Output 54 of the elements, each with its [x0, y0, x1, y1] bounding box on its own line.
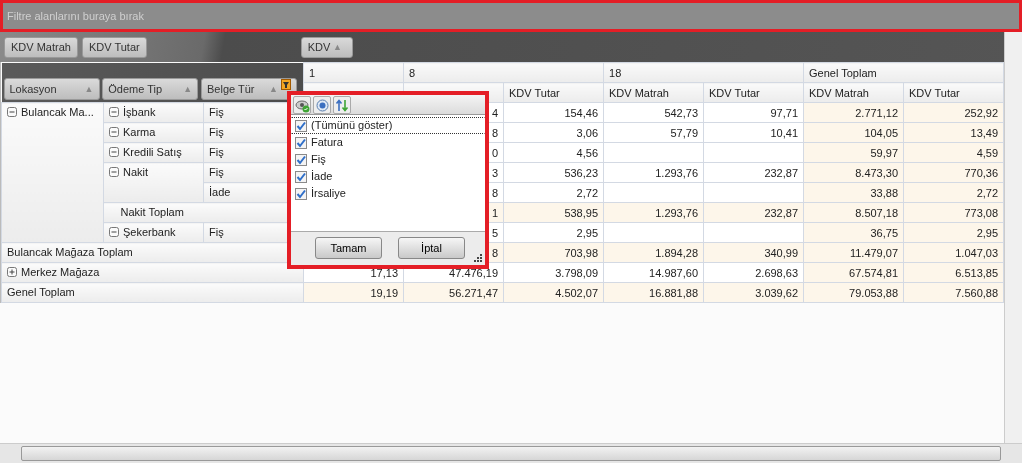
horizontal-scrollbar[interactable]: [0, 443, 1022, 463]
popup-button[interactable]: Tamam: [315, 237, 382, 259]
collapse-icon[interactable]: [109, 227, 119, 237]
vertical-scrollbar[interactable]: [1004, 32, 1022, 443]
resize-grip-icon[interactable]: [474, 254, 483, 263]
checkbox[interactable]: [295, 170, 307, 183]
scroll-thumb[interactable]: [21, 446, 1001, 461]
toolbar-button[interactable]: [313, 96, 331, 114]
row-header[interactable]: Fiş: [209, 143, 224, 161]
column-header[interactable]: 1: [303, 62, 404, 83]
column-header[interactable]: 8: [403, 62, 604, 83]
row-header[interactable]: Fiş: [209, 103, 224, 121]
checkbox-label: (Tümünü göster): [311, 118, 393, 134]
field-button[interactable]: KDV ▲: [300, 37, 353, 58]
collapse-icon[interactable]: [109, 107, 119, 117]
collapse-icon[interactable]: [109, 147, 119, 157]
checkbox-label: Fiş: [311, 152, 326, 168]
column-header[interactable]: 18: [603, 62, 804, 83]
sort-icon: ▲: [84, 80, 94, 98]
row-header[interactable]: Fiş: [209, 223, 224, 241]
checkbox[interactable]: [295, 153, 307, 166]
sort-icon: ▲: [269, 80, 278, 98]
checkbox-label: İrsaliye: [311, 186, 346, 202]
toolbar-button[interactable]: [293, 96, 311, 114]
checkbox[interactable]: [295, 187, 307, 200]
sort-icon: ▲: [183, 80, 193, 98]
collapse-icon[interactable]: [7, 107, 17, 117]
row-header[interactable]: İade: [209, 183, 231, 201]
radio-icon: [314, 97, 330, 113]
filter-icon[interactable]: [281, 78, 291, 90]
field-button[interactable]: Ödeme Tip ▲: [102, 78, 199, 100]
toolbar-button[interactable]: [333, 96, 351, 114]
checkbox-label: İade: [311, 169, 333, 185]
collapse-icon[interactable]: [109, 167, 119, 177]
column-header[interactable]: Genel Toplam: [803, 62, 1004, 83]
row-header[interactable]: Fiş: [209, 163, 224, 181]
expand-icon[interactable]: [7, 267, 17, 277]
checkbox-item[interactable]: (Tümünü göster): [291, 117, 485, 134]
sort-icon: ▲: [333, 41, 342, 54]
collapse-icon[interactable]: [109, 127, 119, 137]
checkbox-label: Fatura: [311, 135, 343, 151]
popup-button[interactable]: İptal: [398, 237, 465, 259]
field-button[interactable]: Lokasyon ▲: [3, 78, 100, 100]
field-button[interactable]: Belge Tür ▲: [201, 78, 297, 100]
eye-check-icon: [294, 97, 310, 113]
row-header[interactable]: Genel Toplam: [7, 283, 75, 301]
row-header[interactable]: Fiş: [209, 123, 224, 141]
sort-arrows-icon: [334, 97, 350, 113]
row-header[interactable]: Nakit: [123, 163, 149, 181]
field-button[interactable]: KDV Matrah: [4, 37, 78, 58]
field-button[interactable]: KDV Tutar: [81, 37, 147, 58]
checkbox[interactable]: [295, 119, 307, 132]
row-header[interactable]: Bulancak Ma...: [21, 103, 94, 121]
checkbox[interactable]: [295, 136, 307, 149]
